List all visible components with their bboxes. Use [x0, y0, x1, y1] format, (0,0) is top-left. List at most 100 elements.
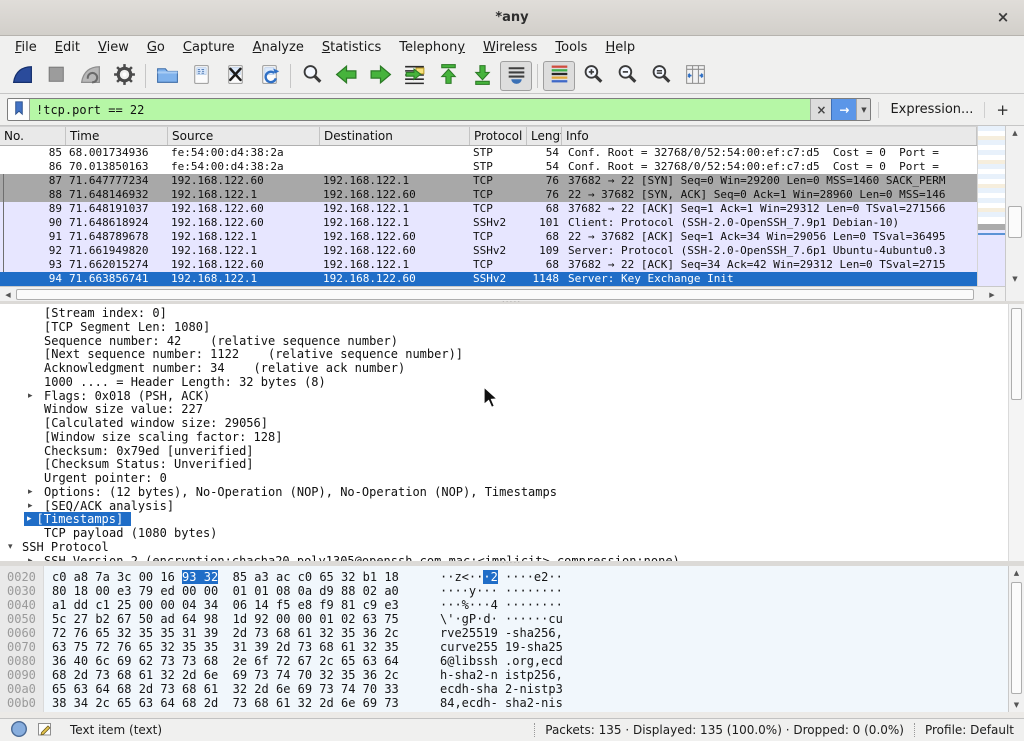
zoom-original-button[interactable]	[645, 61, 677, 91]
detail-row[interactable]: [Next sequence number: 1122 (relative se…	[0, 347, 1010, 361]
go-to-top-button[interactable]	[432, 61, 464, 91]
detail-row[interactable]: [Stream index: 0]	[0, 306, 1010, 320]
detail-row[interactable]: Sequence number: 42 (relative sequence n…	[0, 334, 1010, 348]
scrollbar-thumb[interactable]	[1011, 308, 1022, 400]
open-file-button[interactable]	[151, 61, 183, 91]
detail-row[interactable]: ▸Options: (12 bytes), No-Operation (NOP)…	[0, 485, 1010, 499]
close-window-button[interactable]: ×	[994, 9, 1012, 27]
detail-vertical-scrollbar[interactable]	[1008, 304, 1024, 561]
clear-filter-button[interactable]: ×	[810, 99, 831, 120]
scroll-down-icon[interactable]: ▼	[1009, 701, 1024, 709]
detail-row[interactable]: [TCP Segment Len: 1080]	[0, 320, 1010, 334]
colorize-button[interactable]	[543, 61, 575, 91]
detail-row[interactable]: Checksum: 0x79ed [unverified]	[0, 444, 1010, 458]
auto-scroll-button[interactable]	[500, 61, 532, 91]
menu-edit[interactable]: Edit	[46, 40, 89, 55]
selected-detail-item[interactable]: ▸[Timestamps]	[24, 512, 131, 526]
detail-row[interactable]: Window size value: 227	[0, 402, 1010, 416]
hex-row[interactable]: 008036 40 6c 69 62 73 73 68 2e 6f 72 67 …	[0, 654, 1000, 668]
packet-list-minimap[interactable]	[977, 126, 1005, 286]
expand-arrow-icon[interactable]: ▸	[27, 512, 32, 526]
hex-row[interactable]: 0020c0 a8 7a 3c 00 16 93 32 85 a3 ac c0 …	[0, 570, 1000, 584]
packet-row[interactable]: 9071.648618924192.168.122.60192.168.122.…	[0, 216, 977, 230]
hex-row[interactable]: 00a065 63 64 68 2d 73 68 61 32 2d 6e 69 …	[0, 682, 1000, 696]
hex-row[interactable]: 00b038 34 2c 65 63 64 68 2d 73 68 61 32 …	[0, 696, 1000, 710]
close-file-button[interactable]	[219, 61, 251, 91]
scroll-right-icon[interactable]: ▶	[987, 291, 997, 299]
menu-analyze[interactable]: Analyze	[244, 40, 313, 55]
packet-row[interactable]: 9471.663856741192.168.122.1192.168.122.6…	[0, 272, 977, 286]
packet-row[interactable]: 9271.661949820192.168.122.1192.168.122.6…	[0, 244, 977, 258]
menu-wireless[interactable]: Wireless	[474, 40, 546, 55]
expand-arrow-icon[interactable]: ▸	[28, 389, 33, 403]
resize-columns-button[interactable]	[679, 61, 711, 91]
hex-row[interactable]: 0040a1 dd c1 25 00 00 04 34 06 14 f5 e8 …	[0, 598, 1000, 612]
menu-statistics[interactable]: Statistics	[313, 40, 390, 55]
menu-capture[interactable]: Capture	[174, 40, 244, 55]
expand-arrow-icon[interactable]: ▸	[28, 554, 33, 562]
find-packet-button[interactable]	[296, 61, 328, 91]
reload-file-button[interactable]	[253, 61, 285, 91]
menu-help[interactable]: Help	[596, 40, 644, 55]
zoom-out-button[interactable]	[611, 61, 643, 91]
profile-button[interactable]: Profile: Default	[925, 723, 1014, 737]
packet-row[interactable]: 9371.662015274192.168.122.60192.168.122.…	[0, 258, 977, 272]
save-file-button[interactable]	[185, 61, 217, 91]
expand-arrow-icon[interactable]: ▸	[28, 499, 33, 513]
detail-row[interactable]: [Window size scaling factor: 128]	[0, 430, 1010, 444]
expand-arrow-icon[interactable]: ▾	[8, 540, 13, 554]
scrollbar-thumb[interactable]	[1008, 206, 1022, 238]
detail-row[interactable]: ▾SSH Protocol	[0, 540, 1010, 554]
packet-row[interactable]: 9171.648789678192.168.122.1192.168.122.6…	[0, 230, 977, 244]
packet-row[interactable]: 8871.648146932192.168.122.1192.168.122.6…	[0, 188, 977, 202]
detail-row[interactable]: ▸Flags: 0x018 (PSH, ACK)	[0, 389, 1010, 403]
menu-file[interactable]: File	[6, 40, 46, 55]
menu-view[interactable]: View	[89, 40, 138, 55]
scroll-up-icon[interactable]: ▲	[1009, 569, 1024, 577]
detail-row[interactable]: TCP payload (1080 bytes)	[0, 526, 1010, 540]
detail-row[interactable]: [Checksum Status: Unverified]	[0, 457, 1010, 471]
packet-list-horizontal-scrollbar[interactable]: ◀ ▶	[0, 286, 1005, 301]
capture-comment-button[interactable]	[36, 720, 54, 741]
hex-row[interactable]: 00505c 27 b2 67 50 ad 64 98 1d 92 00 00 …	[0, 612, 1000, 626]
detail-row[interactable]: Urgent pointer: 0	[0, 471, 1010, 485]
scrollbar-thumb[interactable]	[1011, 582, 1022, 694]
hex-row[interactable]: 006072 76 65 32 35 35 31 39 2d 73 68 61 …	[0, 626, 1000, 640]
bytes-vertical-scrollbar[interactable]: ▲ ▼	[1008, 566, 1024, 712]
packet-row[interactable]: 8568.001734936fe:54:00:d4:38:2aSTP54Conf…	[0, 146, 977, 160]
packet-row[interactable]: 8670.013850163fe:54:00:d4:38:2aSTP54Conf…	[0, 160, 977, 174]
start-capture-button[interactable]	[6, 61, 38, 91]
add-filter-button[interactable]: +	[992, 101, 1017, 119]
scroll-down-icon[interactable]: ▼	[1006, 275, 1024, 283]
display-filter-input[interactable]	[30, 99, 810, 120]
hex-row[interactable]: 007063 75 72 76 65 32 35 35 31 39 2d 73 …	[0, 640, 1000, 654]
hex-row[interactable]: 003080 18 00 e3 79 ed 00 00 01 01 08 0a …	[0, 584, 1000, 598]
scroll-up-icon[interactable]: ▲	[1006, 129, 1024, 137]
apply-filter-button[interactable]: →	[831, 99, 856, 120]
column-header-length[interactable]: Length	[527, 127, 562, 146]
detail-row[interactable]: ▸[SEQ/ACK analysis]	[0, 499, 1010, 513]
go-forward-button[interactable]	[364, 61, 396, 91]
detail-row[interactable]: ▸[Timestamps]	[0, 512, 1010, 526]
expression-button[interactable]: Expression...	[886, 102, 977, 117]
packet-row[interactable]: 8771.647777234192.168.122.60192.168.122.…	[0, 174, 977, 188]
capture-options-button[interactable]	[108, 61, 140, 91]
filter-bookmark-button[interactable]	[8, 99, 30, 120]
detail-row[interactable]: [Calculated window size: 29056]	[0, 416, 1010, 430]
scrollbar-thumb[interactable]	[16, 289, 974, 300]
column-header-source[interactable]: Source	[168, 127, 320, 146]
expand-arrow-icon[interactable]: ▸	[28, 485, 33, 499]
detail-row[interactable]: 1000 .... = Header Length: 32 bytes (8)	[0, 375, 1010, 389]
go-back-button[interactable]	[330, 61, 362, 91]
menu-tools[interactable]: Tools	[546, 40, 596, 55]
detail-row[interactable]: Acknowledgment number: 34 (relative ack …	[0, 361, 1010, 375]
packet-list-vertical-scrollbar[interactable]: ▲ ▼	[1005, 126, 1024, 286]
column-header-info[interactable]: Info	[562, 127, 977, 146]
restart-capture-button[interactable]	[74, 61, 106, 91]
menu-go[interactable]: Go	[138, 40, 174, 55]
go-to-bottom-button[interactable]	[466, 61, 498, 91]
scroll-left-icon[interactable]: ◀	[3, 291, 13, 299]
column-header-no[interactable]: No.	[0, 127, 66, 146]
packet-row[interactable]: 8971.648191037192.168.122.60192.168.122.…	[0, 202, 977, 216]
hex-row[interactable]: 009068 2d 73 68 61 32 2d 6e 69 73 74 70 …	[0, 668, 1000, 682]
